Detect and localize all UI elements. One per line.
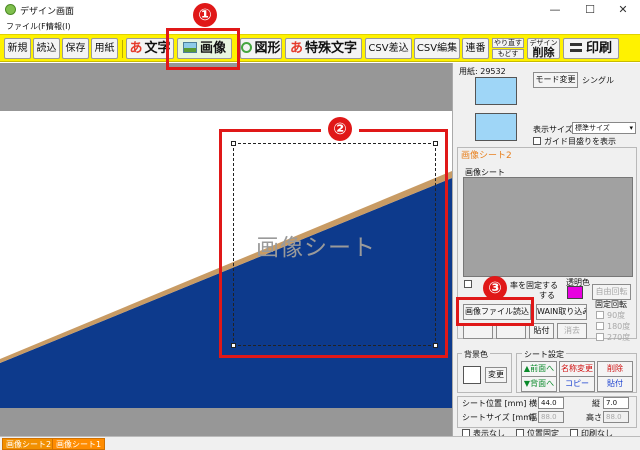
toolbar-separator bbox=[122, 40, 123, 58]
y-input[interactable]: 7.0 bbox=[603, 397, 629, 409]
display-size-label: 表示サイズ bbox=[533, 125, 573, 134]
front-page-thumbnail[interactable] bbox=[475, 77, 517, 105]
height-input[interactable]: 88.0 bbox=[603, 411, 629, 423]
save-button[interactable]: 保存 bbox=[62, 38, 89, 59]
delete-sheet-button[interactable]: 削除 bbox=[597, 361, 633, 377]
redo-button[interactable]: やり直す bbox=[492, 38, 524, 48]
bring-front-button[interactable]: ▲前面へ bbox=[521, 361, 557, 377]
mode-value: シングル bbox=[582, 76, 614, 85]
fix-ratio-checkbox[interactable] bbox=[464, 280, 472, 288]
load-button[interactable]: 読込 bbox=[33, 38, 60, 59]
window-title: デザイン画面 bbox=[20, 7, 75, 17]
menu-bar: ファイル(F) 情報(I) bbox=[0, 20, 640, 34]
erase-image-button[interactable]: 消去 bbox=[557, 323, 587, 339]
new-button[interactable]: 新規 bbox=[4, 38, 31, 59]
bg-color-label: 背景色 bbox=[462, 349, 490, 360]
rotate-180-label: 180度 bbox=[607, 322, 631, 331]
image-preview bbox=[463, 177, 633, 277]
callout-box-image-sheet bbox=[219, 129, 448, 358]
design-delete-button[interactable]: デザイン 削除 bbox=[527, 38, 560, 59]
shape-circle-icon bbox=[241, 42, 253, 53]
x-label: 横 bbox=[529, 399, 537, 408]
serial-number-button[interactable]: 連番 bbox=[462, 38, 489, 59]
toolbar: 新規 読込 保存 用紙 あ文字 画像 図形 あ特殊文字 CSV差込 CSV編集 … bbox=[0, 34, 640, 62]
callout-box-load-image bbox=[456, 297, 534, 326]
size-label: シートサイズ [mm] bbox=[462, 413, 535, 422]
back-page-thumbnail[interactable] bbox=[475, 113, 517, 141]
design-delete-bottom: 削除 bbox=[532, 46, 555, 59]
paper-button[interactable]: 用紙 bbox=[91, 38, 118, 59]
sheet-settings-label: シート設定 bbox=[522, 349, 566, 360]
paste-sheet-button[interactable]: 貼付 bbox=[597, 376, 633, 392]
app-icon bbox=[5, 4, 16, 15]
shape-button-label: 図形 bbox=[254, 41, 281, 56]
callout-badge-3: ③ bbox=[483, 276, 507, 300]
x-input[interactable]: 44.0 bbox=[538, 397, 564, 409]
close-button[interactable]: ✕ bbox=[608, 2, 638, 18]
bg-change-button[interactable]: 変更 bbox=[485, 367, 507, 383]
special-text-button[interactable]: あ特殊文字 bbox=[285, 38, 362, 59]
copy-button[interactable]: コピー bbox=[559, 376, 595, 392]
height-label: 高さ bbox=[586, 413, 602, 422]
shape-button[interactable]: 図形 bbox=[240, 38, 282, 59]
mode-change-button[interactable]: モード変更 bbox=[533, 72, 578, 88]
maximize-button[interactable]: ☐ bbox=[575, 2, 605, 18]
paper-size-label: 用紙: 29532 bbox=[459, 67, 506, 76]
guide-checkbox[interactable] bbox=[533, 137, 541, 145]
send-back-button[interactable]: ▼背面へ bbox=[521, 376, 557, 392]
rotate-270-label: 270度 bbox=[607, 333, 631, 342]
callout-badge-1: ① bbox=[193, 3, 217, 27]
properties-panel: 用紙: 29532 モード変更 シングル 表示サイズ 標準サイズ ▾ ガイド目盛り… bbox=[452, 63, 640, 438]
fit-label: する bbox=[539, 291, 555, 300]
display-size-value: 標準サイズ bbox=[575, 124, 610, 132]
undo-button[interactable]: もどす bbox=[492, 49, 524, 59]
title-bar: デザイン画面 — ☐ ✕ bbox=[0, 0, 640, 20]
transparent-color-swatch[interactable] bbox=[567, 286, 583, 299]
csv-edit-button[interactable]: CSV編集 bbox=[414, 38, 460, 59]
menu-info[interactable]: 情報(I) bbox=[46, 21, 71, 32]
bg-color-swatch[interactable] bbox=[463, 366, 481, 384]
sheet-title: 画像シート2 bbox=[461, 151, 512, 161]
sheet-tab-2[interactable]: 画像シート2 bbox=[2, 438, 56, 450]
menu-file[interactable]: ファイル(F) bbox=[6, 21, 49, 32]
fixed-rotate-label: 固定回転 bbox=[595, 300, 627, 309]
wain-import-button[interactable]: WAIN取り込み bbox=[536, 304, 587, 320]
print-button[interactable]: 印刷 bbox=[563, 38, 619, 59]
special-text-label: 特殊文字 bbox=[305, 41, 358, 56]
rename-button[interactable]: 名称変更 bbox=[559, 361, 595, 377]
callout-box-image-button bbox=[166, 28, 240, 70]
chevron-down-icon: ▾ bbox=[629, 124, 633, 132]
rotate-90-label: 90度 bbox=[607, 311, 626, 320]
position-label: シート位置 [mm] bbox=[462, 399, 527, 408]
rotate-180-checkbox[interactable] bbox=[596, 322, 604, 330]
free-rotate-button[interactable]: 自由回転 bbox=[592, 284, 631, 300]
guide-label: ガイド目盛りを表示 bbox=[544, 137, 616, 146]
sheet-tab-1[interactable]: 画像シート1 bbox=[52, 438, 106, 450]
width-label: 幅 bbox=[529, 413, 537, 422]
rotate-90-checkbox[interactable] bbox=[596, 311, 604, 319]
sheet-tabs-bar: 画像シート2 画像シート1 bbox=[0, 436, 640, 450]
y-label: 縦 bbox=[592, 399, 600, 408]
printer-icon bbox=[569, 43, 582, 52]
callout-badge-2: ② bbox=[328, 117, 352, 141]
minimize-button[interactable]: — bbox=[540, 2, 570, 18]
rotate-270-checkbox[interactable] bbox=[596, 333, 604, 341]
print-button-label: 印刷 bbox=[585, 41, 612, 56]
width-input[interactable]: 88.0 bbox=[538, 411, 564, 423]
csv-insert-button[interactable]: CSV差込 bbox=[365, 38, 412, 59]
text-a-icon: あ bbox=[129, 41, 143, 56]
special-a-icon: あ bbox=[289, 41, 303, 56]
display-size-select[interactable]: 標準サイズ ▾ bbox=[572, 122, 636, 134]
